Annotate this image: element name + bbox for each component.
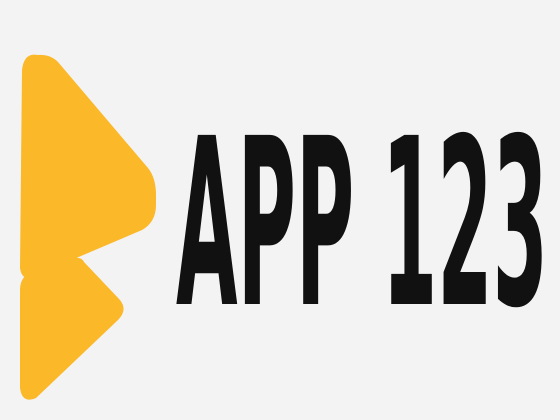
logo-canvas: APP 123 [0, 0, 560, 420]
logo-wordmark: APP 123 [176, 100, 548, 320]
logo-mark-upper-shape [20, 54, 156, 278]
logo-mark-lower-shape [20, 256, 124, 400]
wordmark-text: APP 123 [176, 100, 548, 320]
